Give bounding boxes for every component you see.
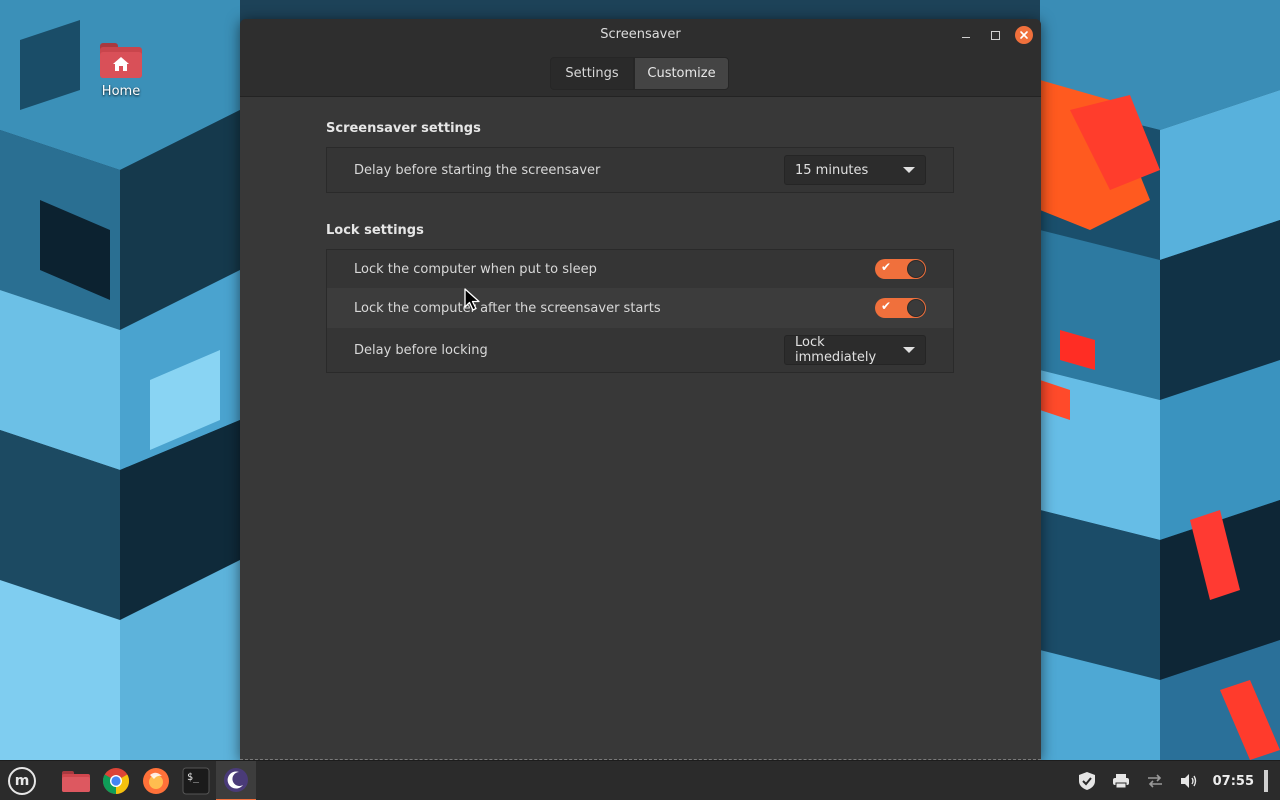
- menu-button[interactable]: m: [0, 761, 44, 800]
- close-button[interactable]: [1015, 26, 1033, 44]
- launcher-screensaver[interactable]: [216, 761, 256, 800]
- tray-printer[interactable]: [1111, 771, 1131, 791]
- launcher-firefox[interactable]: [136, 761, 176, 800]
- delay-start-label: Delay before starting the screensaver: [354, 162, 601, 178]
- tray-volume[interactable]: [1179, 771, 1199, 791]
- window-controls: [957, 26, 1033, 44]
- show-desktop-button[interactable]: [1264, 770, 1268, 792]
- screensaver-icon: [224, 768, 248, 792]
- lock-after-saver-row: Lock the computer after the screensaver …: [327, 288, 953, 328]
- check-icon: ✔: [881, 260, 892, 274]
- screensaver-settings-heading: Screensaver settings: [326, 121, 481, 136]
- delay-start-value: 15 minutes: [795, 162, 869, 178]
- lock-delay-label: Delay before locking: [354, 342, 488, 358]
- desktop-home-label: Home: [101, 84, 141, 99]
- launcher-terminal[interactable]: $_: [176, 761, 216, 800]
- dropdown-arrow-icon: [903, 347, 915, 353]
- delay-start-dropdown[interactable]: 15 minutes: [784, 155, 926, 185]
- taskbar-clock[interactable]: 07:55: [1213, 774, 1254, 789]
- stack-switcher: Settings Customize: [550, 57, 729, 90]
- lock-after-saver-switch[interactable]: ✔: [875, 298, 926, 318]
- minimize-icon: [962, 37, 970, 38]
- switch-knob: [907, 299, 925, 317]
- desktop-home-icon[interactable]: Home: [90, 40, 152, 99]
- files-icon: [62, 771, 90, 792]
- close-icon: [1020, 31, 1028, 39]
- lock-on-sleep-switch[interactable]: ✔: [875, 259, 926, 279]
- screensaver-window: Screensaver Settings Customize Screensav…: [240, 19, 1041, 760]
- mint-menu-icon: m: [8, 767, 36, 795]
- lock-after-saver-label: Lock the computer after the screensaver …: [354, 300, 661, 316]
- screensaver-settings-box: Delay before starting the screensaver 15…: [326, 147, 954, 193]
- check-icon: ✔: [881, 299, 892, 313]
- taskbar: m $_ 07:55: [0, 760, 1280, 800]
- svg-text:$_: $_: [187, 772, 200, 783]
- minimize-button[interactable]: [957, 26, 975, 44]
- tab-settings[interactable]: Settings: [550, 57, 634, 90]
- lock-delay-value: Lock immediately: [795, 335, 877, 365]
- lock-settings-box: Lock the computer when put to sleep ✔ Lo…: [326, 249, 954, 373]
- launcher-files[interactable]: [56, 761, 96, 800]
- window-titlebar[interactable]: Screensaver Settings Customize: [240, 19, 1041, 97]
- volume-icon: [1180, 774, 1196, 788]
- dropdown-arrow-icon: [903, 167, 915, 173]
- maximize-icon: [990, 30, 1000, 40]
- maximize-button[interactable]: [986, 26, 1004, 44]
- lock-on-sleep-label: Lock the computer when put to sleep: [354, 261, 597, 277]
- tray-network[interactable]: [1145, 771, 1165, 791]
- mouse-cursor-icon: [464, 288, 480, 311]
- network-icon: [1147, 774, 1162, 788]
- terminal-icon: $_: [182, 767, 210, 795]
- lock-delay-dropdown[interactable]: Lock immediately: [784, 335, 926, 365]
- firefox-icon: [143, 768, 169, 794]
- printer-icon: [1112, 774, 1129, 789]
- lock-delay-row: Delay before locking Lock immediately: [327, 328, 953, 372]
- tray-shield[interactable]: [1077, 771, 1097, 791]
- taskbar-left: m $_: [0, 761, 256, 800]
- home-folder-icon: [100, 40, 142, 78]
- window-title: Screensaver: [600, 27, 681, 42]
- window-content: Screensaver settings Delay before starti…: [240, 97, 1041, 760]
- lock-on-sleep-row: Lock the computer when put to sleep ✔: [327, 250, 953, 288]
- shield-check-icon: [1078, 772, 1095, 790]
- lock-settings-heading: Lock settings: [326, 223, 424, 238]
- chrome-icon: [102, 768, 130, 795]
- switch-knob: [907, 260, 925, 278]
- delay-start-row: Delay before starting the screensaver 15…: [327, 148, 953, 192]
- system-tray: 07:55: [1077, 761, 1268, 800]
- launcher-chrome[interactable]: [96, 761, 136, 800]
- tab-customize[interactable]: Customize: [634, 57, 729, 90]
